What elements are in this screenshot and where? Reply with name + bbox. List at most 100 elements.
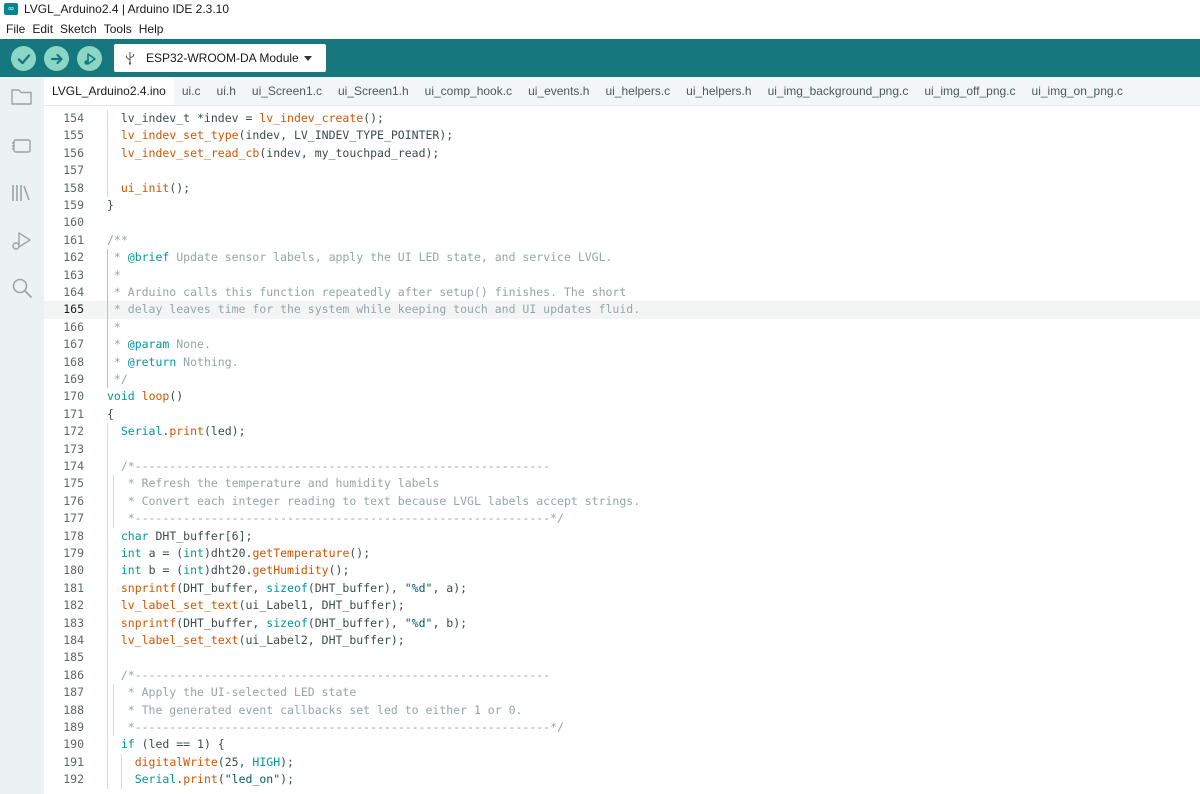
upload-button[interactable] [44, 46, 69, 71]
code-text: * [107, 319, 121, 334]
check-icon [17, 53, 30, 64]
tab-ui-helpers-c[interactable]: ui_helpers.c [597, 77, 678, 105]
code-line[interactable]: 177 *-----------------------------------… [44, 510, 1200, 528]
tab-ui-comp-hook-c[interactable]: ui_comp_hook.c [417, 77, 520, 105]
code-text: * Refresh the temperature and humidity l… [107, 476, 440, 491]
code-text: if (led == 1) { [120, 737, 225, 752]
code-line[interactable]: 178 char DHT_buffer[6]; [44, 527, 1200, 545]
tab-lvgl-arduino-ino[interactable]: LVGL_Arduino2.4.ino [44, 77, 174, 105]
arduino-logo-icon: ∞ [4, 3, 18, 15]
code-line[interactable]: 185 [44, 649, 1200, 667]
menu-sketch[interactable]: Sketch [60, 22, 97, 36]
menu-help[interactable]: Help [139, 22, 164, 36]
tab-ui-h[interactable]: ui.h [209, 77, 244, 105]
code-line[interactable]: 189 *-----------------------------------… [44, 719, 1200, 737]
code-line[interactable]: 168 * @return Nothing. [44, 353, 1200, 371]
code-text: */ [107, 372, 128, 386]
code-text: * [107, 267, 121, 282]
code-line[interactable]: 162 * @brief Update sensor labels, apply… [44, 249, 1200, 267]
line-number: 154 [63, 111, 84, 125]
line-number: 162 [63, 250, 84, 265]
tab-ui-events-h[interactable]: ui_events.h [520, 77, 597, 105]
debug-icon[interactable] [10, 229, 34, 253]
code-line[interactable]: 171 { [44, 406, 1200, 423]
search-icon[interactable] [10, 276, 34, 300]
tab-ui-img-background-png-c[interactable]: ui_img_background_png.c [760, 77, 917, 105]
code-line[interactable]: 184 lv_label_set_text(ui_Label2, DHT_buf… [44, 632, 1200, 650]
menu-tools[interactable]: Tools [104, 22, 132, 36]
code-text: lv_indev_t *indev = lv_indev_create(); [107, 111, 384, 125]
code-line[interactable]: 190 if (led == 1) { [44, 736, 1200, 754]
code-line[interactable]: 166 * [44, 318, 1200, 337]
code-line[interactable]: 161 /** [44, 232, 1200, 249]
code-text: * The generated event callbacks set led … [107, 702, 523, 717]
line-number: 165 [63, 302, 84, 317]
code-line[interactable]: 165 * delay leaves time for the system w… [44, 301, 1200, 319]
line-number: 191 [63, 754, 84, 769]
code-line[interactable]: 172 Serial.print(led); [44, 423, 1200, 441]
code-line[interactable]: 176 * Convert each integer reading to te… [44, 492, 1200, 511]
code-line[interactable]: 175 * Refresh the temperature and humidi… [44, 475, 1200, 493]
code-line[interactable]: 163 * [44, 266, 1200, 284]
code-text: int b = (int)dht20.getHumidity(); [120, 563, 350, 578]
line-number: 185 [63, 650, 84, 665]
code-text: void loop() [107, 389, 184, 404]
code-text: /** [107, 232, 128, 247]
code-line[interactable]: 157 [44, 162, 1200, 180]
code-editor[interactable]: 154 lv_indev_t *indev = lv_indev_create(… [44, 106, 1200, 794]
code-line[interactable]: 158 ui_init(); [44, 179, 1200, 197]
code-line[interactable]: 155 lv_indev_set_type(indev, LV_INDEV_TY… [44, 127, 1200, 145]
code-text: * @param None. [107, 337, 211, 352]
code-line[interactable]: 181 snprintf(DHT_buffer, sizeof(DHT_buff… [44, 579, 1200, 598]
code-line[interactable]: 167 * @param None. [44, 336, 1200, 354]
line-number: 192 [63, 772, 84, 787]
line-number: 190 [63, 737, 84, 752]
line-number: 175 [63, 476, 84, 491]
menu-edit[interactable]: Edit [32, 22, 53, 36]
line-number: 166 [63, 319, 84, 334]
line-number: 172 [63, 424, 84, 439]
code-line[interactable]: 192 Serial.print("led_on"); [44, 771, 1200, 789]
tab-ui-c[interactable]: ui.c [174, 77, 209, 105]
verify-button[interactable] [11, 46, 36, 71]
tab-ui-screen1-c[interactable]: ui_Screen1.c [244, 77, 330, 105]
code-line[interactable]: 160 [44, 214, 1200, 231]
line-number: 164 [63, 285, 84, 299]
code-line[interactable]: 183 snprintf(DHT_buffer, sizeof(DHT_buff… [44, 614, 1200, 632]
library-icon[interactable] [10, 181, 34, 205]
code-line[interactable]: 169 */ [44, 371, 1200, 389]
code-line[interactable]: 154 lv_indev_t *indev = lv_indev_create(… [44, 110, 1200, 128]
board-icon[interactable] [10, 134, 34, 158]
code-line[interactable]: 186 /*----------------------------------… [44, 666, 1200, 685]
code-line[interactable]: 188 * The generated event callbacks set … [44, 701, 1200, 719]
code-text: * @return Nothing. [107, 354, 239, 369]
debug-play-icon [83, 52, 96, 65]
code-line[interactable]: 159} [44, 197, 1200, 214]
code-line[interactable]: 179 int a = (int)dht20.getTemperature(); [44, 545, 1200, 563]
chevron-down-icon [304, 56, 312, 61]
debug-button[interactable] [77, 46, 102, 71]
code-line[interactable]: 170 void loop() [44, 388, 1200, 405]
code-line[interactable]: 173 [44, 440, 1200, 458]
window-title: LVGL_Arduino2.4 | Arduino IDE 2.3.10 [24, 2, 230, 16]
code-line[interactable]: 187 * Apply the UI-selected LED state [44, 684, 1200, 702]
menu-file[interactable]: File [6, 22, 25, 36]
code-line[interactable]: 191 digitalWrite(25, HIGH); [44, 753, 1200, 772]
tab-ui-img-off-png-c[interactable]: ui_img_off_png.c [916, 77, 1023, 105]
code-line[interactable]: 180 int b = (int)dht20.getHumidity(); [44, 562, 1200, 580]
code-line[interactable]: 164 * Arduino calls this function repeat… [44, 284, 1200, 302]
code-line[interactable]: 156 lv_indev_set_read_cb(indev, my_touch… [44, 144, 1200, 163]
line-number: 187 [63, 685, 84, 700]
tab-ui-helpers-h[interactable]: ui_helpers.h [678, 77, 759, 105]
line-number: 170 [63, 389, 84, 404]
line-number: 174 [63, 459, 84, 473]
code-text: snprintf(DHT_buffer, sizeof(DHT_buffer),… [120, 580, 468, 595]
line-number: 157 [63, 163, 84, 178]
board-selector[interactable]: ESP32-WROOM-DA Module [114, 44, 326, 72]
tab-ui-img-on-png-c[interactable]: ui_img_on_png.c [1024, 77, 1131, 105]
code-line[interactable]: 174 /*----------------------------------… [44, 458, 1200, 476]
tab-ui-screen1-h[interactable]: ui_Screen1.h [330, 77, 417, 105]
code-text: * Arduino calls this function repeatedly… [107, 285, 627, 299]
code-line[interactable]: 182 lv_label_set_text(ui_Label1, DHT_buf… [44, 597, 1200, 615]
folder-icon[interactable] [10, 85, 34, 109]
